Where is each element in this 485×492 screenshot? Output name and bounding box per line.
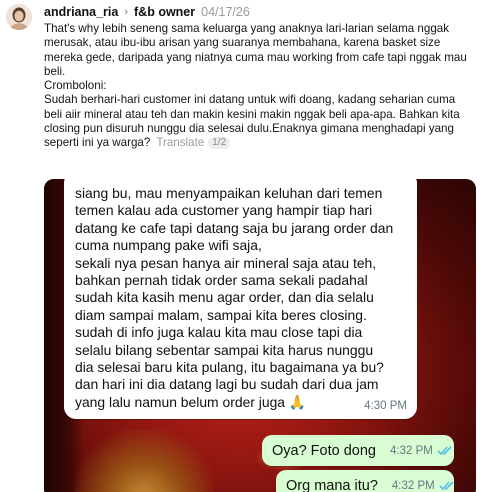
chevron-right-icon: ›	[124, 6, 129, 18]
incoming-message-text: siang bu, mau menyampaikan keluhan dari …	[75, 185, 405, 411]
thread-post: andriana_ria › f&b owner 04/17/26 That's…	[0, 0, 485, 492]
post-header: andriana_ria › f&b owner 04/17/26	[44, 4, 250, 20]
username[interactable]: andriana_ria	[44, 5, 118, 19]
message-meta: 4:32 PM	[392, 480, 455, 492]
topic-tag[interactable]: f&b owner	[134, 5, 195, 19]
double-check-icon	[439, 481, 454, 491]
background-decoration	[74, 429, 214, 492]
message-time: 4:32 PM	[390, 444, 433, 457]
profile-photo-icon	[6, 4, 32, 30]
avatar[interactable]	[6, 4, 32, 30]
outgoing-message-text: Org mana itu?	[286, 477, 378, 492]
message-time: 4:30 PM	[364, 400, 407, 412]
post-paragraph: Sudah berhari-hari customer ini datang u…	[44, 93, 476, 150]
post-paragraph-text: Sudah berhari-hari customer ini datang u…	[44, 93, 460, 150]
post-paragraph: That's why lebih seneng sama keluarga ya…	[44, 22, 467, 78]
message-time: 4:32 PM	[391, 479, 435, 492]
message-meta: 4:32 PM	[390, 445, 453, 457]
translate-link[interactable]: Translate	[156, 136, 204, 149]
post-paragraph: Cromboloni:	[44, 79, 107, 93]
double-check-icon	[437, 446, 452, 456]
chat-screenshot-image[interactable]: siang bu, mau menyampaikan keluhan dari …	[44, 179, 476, 492]
outgoing-message-text: Oya? Foto dong	[272, 442, 376, 459]
post-date: 04/17/26	[201, 5, 250, 19]
post-body: That's why lebih seneng sama keluarga ya…	[44, 22, 476, 151]
incoming-message-body: siang bu, mau menyampaikan keluhan dari …	[75, 185, 394, 410]
incoming-message-bubble: siang bu, mau menyampaikan keluhan dari …	[64, 179, 417, 419]
outgoing-message-bubble: Oya? Foto dong 4:32 PM	[262, 435, 454, 466]
outgoing-message-bubble: Org mana itu? 4:32 PM	[276, 470, 454, 492]
praying-hands-emoji: 🙏	[288, 393, 307, 410]
page-indicator: 1/2	[208, 137, 231, 150]
